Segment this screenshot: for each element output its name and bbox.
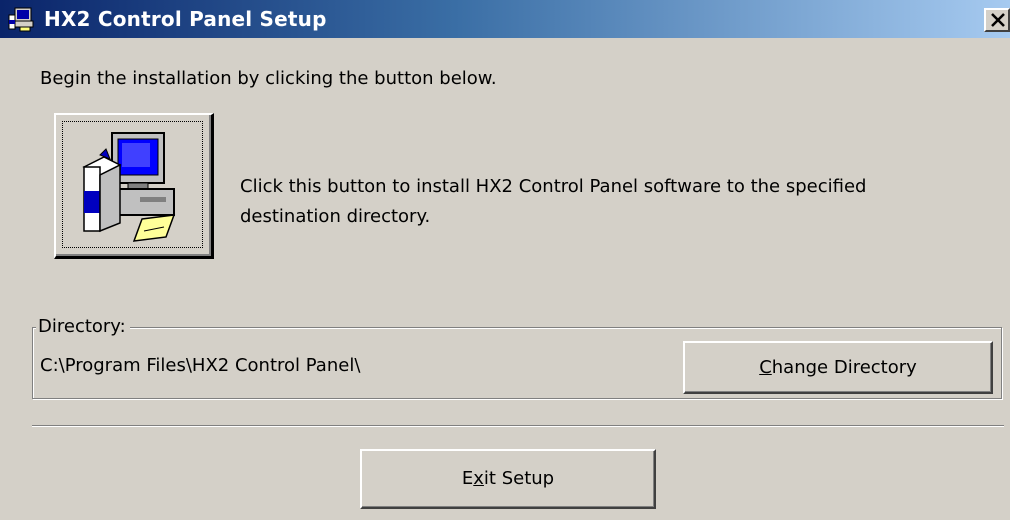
- change-directory-button[interactable]: Change Directory: [683, 341, 993, 394]
- install-button[interactable]: [54, 113, 214, 259]
- exit-setup-label-pre: E: [461, 468, 474, 489]
- window-title: HX2 Control Panel Setup: [44, 7, 327, 31]
- setup-installer-icon: [8, 6, 36, 32]
- intro-instruction: Begin the installation by clicking the b…: [40, 68, 497, 89]
- exit-setup-button[interactable]: Exit Setup: [360, 449, 656, 509]
- directory-group-label: Directory:: [36, 316, 130, 338]
- setup-window: HX2 Control Panel Setup Begin the instal…: [0, 0, 1010, 520]
- close-button[interactable]: [984, 8, 1010, 32]
- install-description: Click this button to install HX2 Control…: [240, 176, 867, 227]
- separator-line: [32, 425, 1004, 427]
- title-bar[interactable]: HX2 Control Panel Setup: [0, 0, 1010, 38]
- change-directory-label: hange Directory: [771, 357, 917, 378]
- change-directory-mnemonic: C: [759, 357, 772, 378]
- directory-path: C:\Program Files\HX2 Control Panel\: [40, 355, 361, 376]
- exit-setup-mnemonic: x: [473, 468, 484, 489]
- exit-setup-label-post: it Setup: [483, 468, 555, 489]
